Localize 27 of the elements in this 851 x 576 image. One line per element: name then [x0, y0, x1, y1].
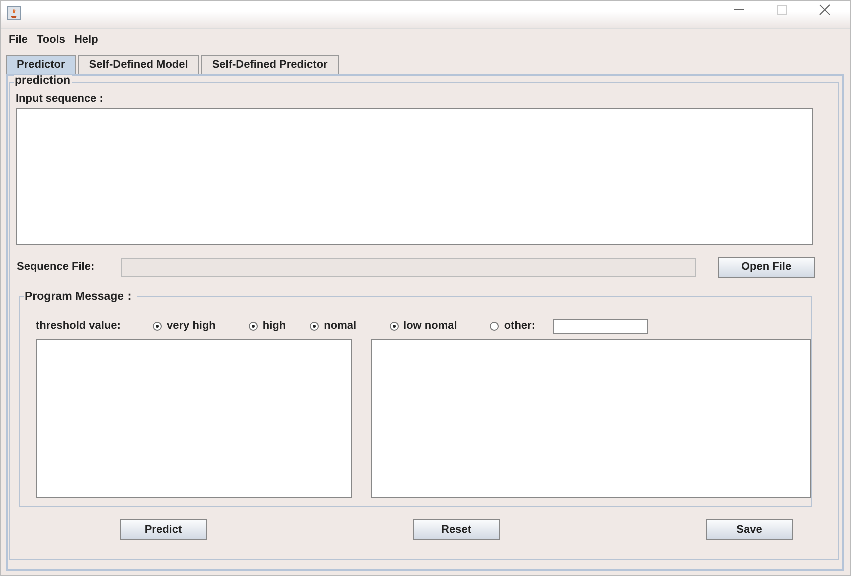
- threshold-label: threshold value:: [36, 320, 122, 332]
- radio-option[interactable]: other:: [490, 320, 536, 332]
- java-icon: [7, 6, 21, 20]
- action-button[interactable]: Predict: [120, 519, 207, 540]
- input-label: Input sequence :: [16, 93, 104, 105]
- sequence-input[interactable]: [16, 108, 813, 245]
- other-field[interactable]: [553, 318, 648, 334]
- menu-item[interactable]: File: [9, 34, 28, 46]
- maximize-icon[interactable]: [776, 4, 788, 16]
- action-button[interactable]: Reset: [413, 519, 500, 540]
- menu-item[interactable]: Help: [74, 34, 98, 46]
- output-area[interactable]: [36, 339, 352, 498]
- output-area[interactable]: [370, 339, 811, 498]
- menu-item[interactable]: Tools: [36, 34, 66, 46]
- open-file-button[interactable]: Open File: [718, 256, 815, 278]
- tab[interactable]: Self-Defined Predictor: [201, 55, 339, 74]
- radio-option[interactable]: low nomal: [390, 320, 458, 332]
- tab[interactable]: Predictor: [6, 55, 76, 74]
- radio-option[interactable]: high: [248, 320, 286, 332]
- action-button[interactable]: Save: [706, 519, 793, 540]
- close-icon[interactable]: [819, 4, 831, 16]
- file-label: Sequence File:: [16, 261, 96, 273]
- group-title: Program Message：: [24, 289, 138, 304]
- group-title: prediction: [14, 75, 72, 87]
- radio-option[interactable]: nomal: [310, 320, 357, 332]
- tab[interactable]: Self-Defined Model: [78, 55, 200, 74]
- radio-option[interactable]: very high: [153, 320, 216, 332]
